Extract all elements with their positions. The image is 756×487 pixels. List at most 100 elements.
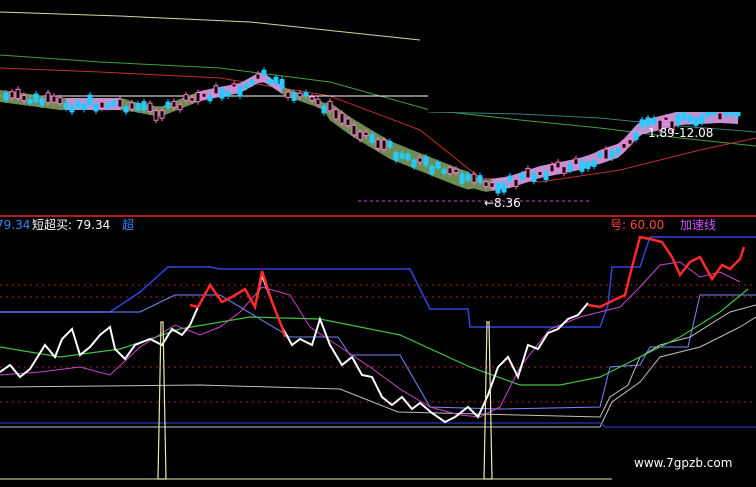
- candle-body: [87, 94, 93, 106]
- candle-body: [39, 98, 45, 106]
- candle-body: [567, 164, 573, 171]
- candle-body: [279, 78, 285, 89]
- candle-body: [375, 139, 381, 149]
- candle-body: [171, 100, 177, 108]
- candle-body: [525, 168, 531, 179]
- candle-body: [453, 168, 459, 174]
- stock-chart-window: ←8.36 1.89-12.08 79.34 短超买: 79.34 超 号: 6…: [0, 0, 756, 487]
- candle-body: [111, 101, 117, 106]
- candle-body: [615, 148, 621, 154]
- candle-body: [483, 181, 489, 187]
- main-line-hot-segment-1: [189, 270, 287, 338]
- candle-body: [183, 94, 189, 101]
- candle-body: [423, 156, 429, 166]
- candle-body: [285, 91, 291, 98]
- candle-body: [699, 114, 705, 124]
- candle-body: [429, 165, 435, 175]
- candle-body: [57, 97, 63, 105]
- candle-body: [705, 111, 711, 117]
- candle-body: [3, 92, 9, 101]
- candle-body: [573, 158, 579, 165]
- candle-body: [393, 152, 399, 161]
- candle-body: [309, 96, 315, 101]
- candle-body: [21, 95, 27, 102]
- mid-band-line: [0, 294, 756, 410]
- candle-body: [351, 124, 357, 136]
- candle-body: [93, 104, 99, 112]
- candle-body: [159, 110, 165, 119]
- legend-extra: 超: [122, 218, 135, 232]
- candle-body: [555, 161, 561, 169]
- candle-body: [561, 166, 567, 174]
- candle-body: [231, 83, 237, 88]
- candle-body: [141, 101, 147, 111]
- ma-line-long: [0, 11, 421, 41]
- candle-body: [153, 110, 159, 121]
- candle-body: [633, 132, 639, 140]
- candle-body: [99, 101, 105, 109]
- legend-signal: 号: 60.00: [610, 218, 665, 232]
- candle-body: [357, 131, 363, 140]
- candle-body: [687, 115, 693, 123]
- candle-body: [663, 116, 669, 121]
- candle-body: [327, 100, 333, 112]
- candle-body: [717, 112, 723, 121]
- purple-indicator-line: [0, 261, 741, 418]
- candle-body: [339, 112, 345, 124]
- overlay-block-top-right: [428, 0, 756, 112]
- candle-body: [165, 101, 171, 108]
- candle-body: [225, 91, 231, 97]
- candle-body: [369, 134, 375, 143]
- candle-body: [207, 95, 213, 102]
- price-low-label: ←8.36: [484, 196, 521, 210]
- candle-body: [603, 148, 609, 160]
- candle-body: [345, 118, 351, 126]
- candle-body: [123, 106, 129, 113]
- candle-body: [381, 139, 387, 150]
- legend-short-overbought: 短超买: 79.34: [32, 218, 111, 232]
- candle-body: [447, 167, 453, 175]
- candle-body: [147, 102, 153, 112]
- candle-body: [297, 92, 303, 98]
- candle-body: [315, 98, 321, 106]
- candle-body: [201, 92, 207, 98]
- candle-body: [411, 159, 417, 168]
- candle-body: [621, 143, 627, 149]
- candle-body: [243, 83, 249, 88]
- candle-body: [333, 109, 339, 120]
- overlay-block-indicator: [135, 218, 623, 266]
- candle-body: [471, 173, 477, 183]
- candle-body: [33, 93, 39, 103]
- candle-body: [237, 86, 243, 97]
- candle-body: [489, 182, 495, 188]
- price-range-label: 1.89-12.08: [648, 126, 714, 140]
- candle-body: [363, 131, 369, 137]
- candle-body: [681, 111, 687, 121]
- candle-body: [189, 97, 195, 102]
- candle-body: [27, 99, 33, 104]
- candle-body: [219, 88, 225, 99]
- candle-body: [399, 153, 405, 159]
- candle-body: [273, 76, 279, 85]
- candle-body: [405, 153, 411, 160]
- signal-spike-2: [483, 321, 493, 480]
- candle-body: [435, 161, 441, 169]
- candle-body: [117, 98, 123, 108]
- candle-body: [321, 105, 327, 114]
- candle-body: [549, 164, 555, 173]
- candle-body: [75, 101, 81, 108]
- candle-body: [255, 73, 261, 80]
- candle-body: [585, 161, 591, 170]
- candle-body: [129, 102, 135, 110]
- candle-body: [459, 173, 465, 184]
- candle-body: [465, 173, 471, 181]
- candle-body: [477, 175, 483, 183]
- candle-body: [105, 103, 111, 109]
- candle-body: [543, 171, 549, 180]
- candle-body: [441, 169, 447, 174]
- candle-body: [387, 141, 393, 148]
- candle-body: [519, 173, 525, 180]
- candle-body: [63, 102, 69, 109]
- bottom-band-line: [0, 422, 756, 428]
- candle-body: [693, 117, 699, 126]
